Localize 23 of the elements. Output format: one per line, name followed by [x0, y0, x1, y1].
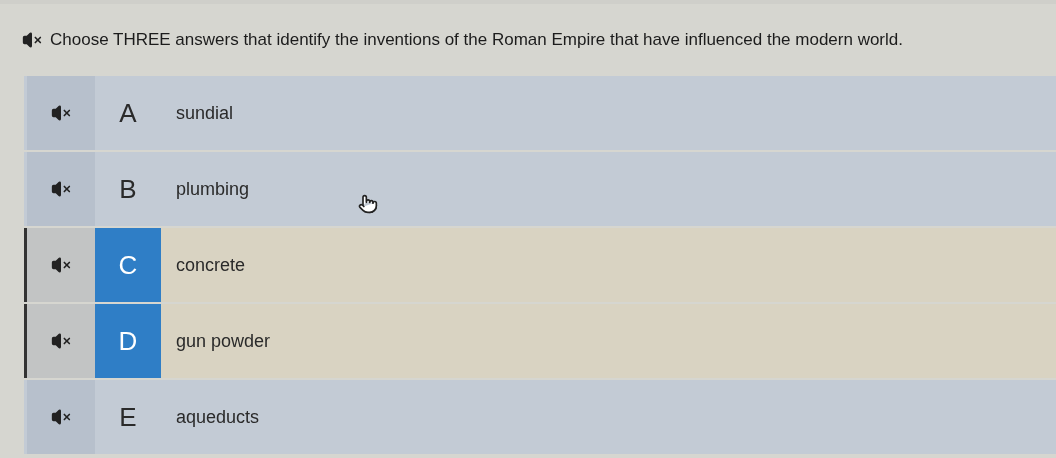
- option-letter: B: [119, 172, 137, 206]
- option-letter: E: [119, 400, 137, 434]
- mute-speaker-icon[interactable]: [51, 255, 71, 275]
- mute-speaker-icon[interactable]: [51, 103, 71, 123]
- option-text: sundial: [176, 101, 234, 125]
- mute-speaker-icon[interactable]: [51, 407, 71, 427]
- option-text: gun powder: [176, 329, 271, 353]
- option-text: plumbing: [176, 177, 250, 201]
- option-text: concrete: [176, 253, 246, 277]
- answer-option[interactable]: E aqueducts: [24, 380, 1056, 454]
- answer-option[interactable]: C concrete: [24, 228, 1056, 302]
- answer-option[interactable]: B plumbing: [24, 152, 1056, 226]
- mute-speaker-icon[interactable]: [22, 30, 42, 50]
- option-text: aqueducts: [176, 405, 260, 429]
- answer-option[interactable]: A sundial: [24, 76, 1056, 150]
- option-letter: A: [119, 96, 137, 130]
- hand-cursor-icon: [358, 194, 378, 214]
- question-text: Choose THREE answers that identify the inventions of the Roman Empire that have influenced the modern world.: [50, 29, 903, 52]
- mute-speaker-icon[interactable]: [51, 179, 71, 199]
- mute-speaker-icon[interactable]: [51, 331, 71, 351]
- answer-option[interactable]: D gun powder: [24, 304, 1056, 378]
- option-letter: C: [118, 248, 138, 282]
- option-letter: D: [118, 324, 138, 358]
